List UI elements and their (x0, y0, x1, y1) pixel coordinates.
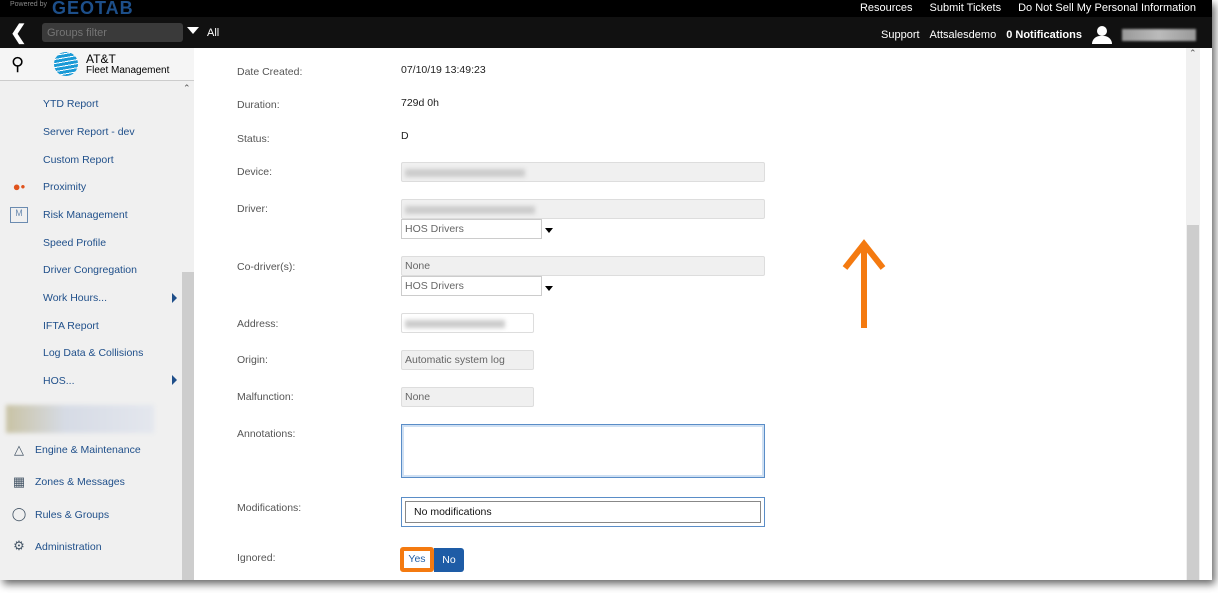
address-label: Address: (237, 318, 279, 330)
risk-management-icon: M (10, 207, 28, 223)
submenu-arrow-icon (172, 375, 177, 385)
sidebar-item-proximity[interactable]: Proximity (43, 181, 86, 193)
groups-value[interactable]: All (207, 27, 219, 39)
redacted-item (6, 405, 154, 433)
gear-icon: ⚙ (13, 538, 25, 553)
main-scroll-thumb[interactable] (1187, 225, 1199, 580)
scroll-up-hint-arrow-icon (842, 239, 886, 328)
sidebar-item-ifta-report[interactable]: IFTA Report (43, 320, 99, 332)
annotations-textarea[interactable] (401, 424, 765, 478)
status-value: D (401, 130, 409, 142)
sidebar-item-hos[interactable]: HOS... (43, 375, 75, 387)
sidebar-section-administration[interactable]: Administration (35, 541, 102, 553)
groups-dropdown-icon[interactable] (187, 27, 199, 34)
ignored-no-button[interactable]: No (434, 548, 464, 572)
sidebar-item-custom-report[interactable]: Custom Report (43, 154, 114, 166)
sidebar: ⚲ AT&T Fleet Management ⌃ YTD Report Serv… (0, 48, 194, 580)
resources-link[interactable]: Resources (860, 2, 913, 14)
rules-icon: ◯ (11, 506, 27, 521)
ignored-label: Ignored: (237, 552, 276, 564)
modifications-label: Modifications: (237, 502, 302, 514)
sidebar-item-speed-profile[interactable]: Speed Profile (43, 237, 106, 249)
sidebar-item-server-report[interactable]: Server Report - dev (43, 126, 135, 138)
sidebar-item-work-hours[interactable]: Work Hours... (43, 292, 107, 304)
codriver-group-select[interactable]: HOS Drivers (401, 276, 542, 296)
codriver-field[interactable]: None (401, 256, 765, 276)
sidebar-item-driver-congregation[interactable]: Driver Congregation (43, 264, 137, 276)
sidebar-section-engine[interactable]: Engine & Maintenance (35, 444, 141, 456)
support-link[interactable]: Support (881, 29, 920, 41)
sidebar-item-ytd-report[interactable]: YTD Report (43, 98, 98, 110)
malfunction-label: Malfunction: (237, 391, 294, 403)
ignored-yes-button[interactable]: Yes (400, 547, 434, 572)
date-created-value: 07/10/19 13:49:23 (401, 64, 486, 76)
chevron-down-icon[interactable] (545, 228, 553, 233)
status-label: Status: (237, 133, 270, 145)
driver-label: Driver: (237, 203, 268, 215)
user-name-redacted (1122, 29, 1196, 41)
search-icon[interactable]: ⚲ (11, 54, 41, 75)
att-logo-icon (54, 52, 78, 76)
chevron-down-icon[interactable] (545, 286, 553, 291)
account-link[interactable]: Attsalesdemo (930, 29, 997, 41)
annotations-label: Annotations: (237, 428, 296, 440)
zones-icon: ▦ (12, 474, 26, 489)
back-chevron-icon[interactable]: ❮ (10, 20, 27, 45)
submit-tickets-link[interactable]: Submit Tickets (930, 2, 1002, 14)
proximity-icon: ●• (12, 179, 26, 194)
engine-icon: △ (14, 442, 24, 457)
powered-by: Powered by (10, 1, 47, 8)
origin-label: Origin: (237, 354, 268, 366)
log-form: Date Created: 07/10/19 13:49:23 Duration… (194, 48, 1186, 580)
top-bar: Powered by GEOTAB Resources Submit Ticke… (0, 0, 1212, 18)
sidebar-scroll-thumb[interactable] (182, 272, 194, 580)
sidebar-item-risk-management[interactable]: Risk Management (43, 209, 128, 221)
malfunction-field[interactable]: None (401, 387, 534, 407)
origin-field[interactable]: Automatic system log (401, 350, 534, 370)
driver-group-select[interactable]: HOS Drivers (401, 219, 542, 239)
nav-bar: ❮ All Support Attsalesdemo 0 Notificatio… (0, 17, 1212, 48)
user-icon[interactable] (1092, 26, 1112, 44)
device-label: Device: (237, 166, 273, 178)
sidebar-item-log-data[interactable]: Log Data & Collisions (43, 347, 143, 359)
logo-title: AT&T (86, 51, 116, 66)
submenu-arrow-icon (172, 293, 177, 303)
codriver-label: Co-driver(s): (237, 261, 296, 273)
sidebar-section-rules[interactable]: Rules & Groups (35, 509, 109, 521)
sidebar-section-zones[interactable]: Zones & Messages (35, 476, 125, 488)
address-field[interactable] (401, 313, 534, 333)
modifications-box: No modifications (401, 497, 765, 527)
notifications-link[interactable]: 0 Notifications (1006, 29, 1082, 41)
scroll-up-icon[interactable]: ⌃ (1189, 48, 1197, 59)
logo-subtitle: Fleet Management (86, 64, 170, 76)
scroll-up-icon[interactable]: ⌃ (183, 83, 191, 94)
device-field[interactable] (401, 162, 765, 182)
do-not-sell-link[interactable]: Do Not Sell My Personal Information (1018, 2, 1196, 14)
modifications-value: No modifications (405, 501, 761, 523)
date-created-label: Date Created: (237, 66, 303, 78)
duration-value: 729d 0h (401, 97, 439, 109)
duration-label: Duration: (237, 99, 280, 111)
groups-filter-input[interactable] (42, 23, 183, 42)
driver-field[interactable] (401, 199, 765, 219)
